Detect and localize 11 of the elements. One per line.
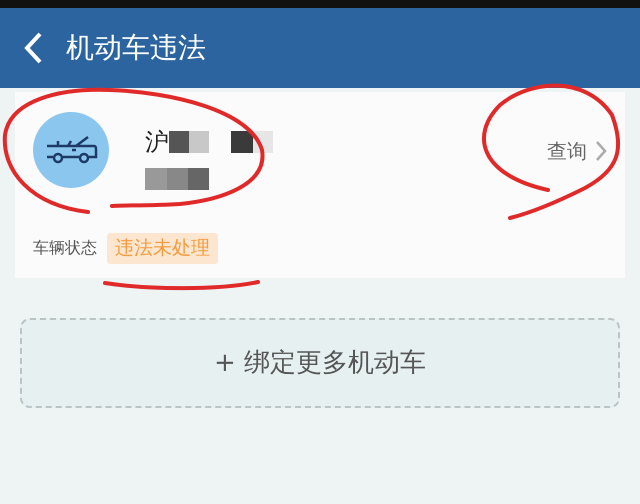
car-icon: [44, 134, 98, 166]
header-title: 机动车违法: [66, 30, 206, 66]
chevron-right-icon: [595, 140, 607, 162]
status-badge: 违法未处理: [107, 233, 218, 264]
plate-number: 沪: [145, 127, 169, 158]
vehicle-card[interactable]: 沪 查询 车辆状态 违法未处理: [15, 92, 625, 278]
query-link[interactable]: 查询: [547, 136, 607, 166]
redaction-drawing: [145, 168, 209, 190]
add-vehicle-button[interactable]: + 绑定更多机动车: [20, 318, 620, 408]
back-icon[interactable]: [22, 31, 44, 65]
status-label: 车辆状态: [33, 237, 97, 260]
